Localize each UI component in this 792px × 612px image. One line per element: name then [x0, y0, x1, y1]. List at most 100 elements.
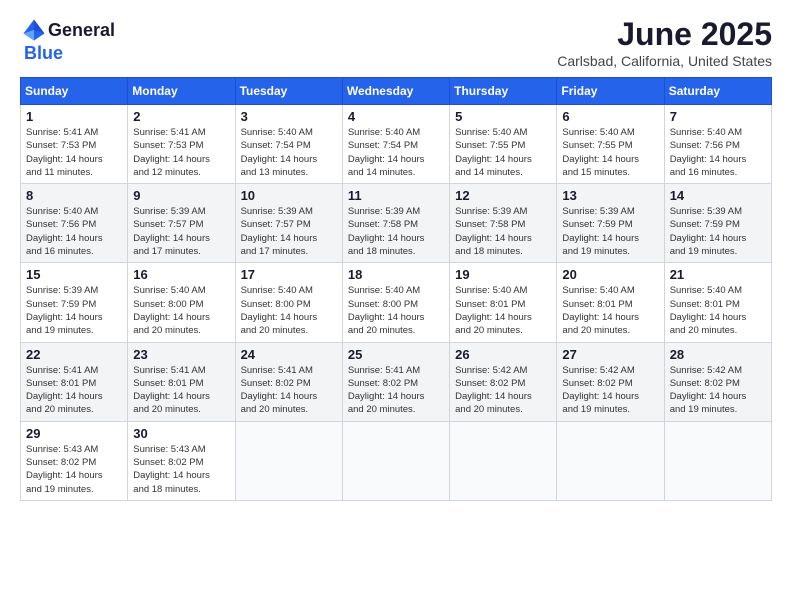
- day-detail: Sunrise: 5:41 AM Sunset: 8:01 PM Dayligh…: [26, 364, 122, 417]
- day-detail: Sunrise: 5:39 AM Sunset: 7:59 PM Dayligh…: [562, 205, 658, 258]
- day-detail: Sunrise: 5:40 AM Sunset: 7:55 PM Dayligh…: [455, 126, 551, 179]
- calendar-cell: 22 Sunrise: 5:41 AM Sunset: 8:01 PM Dayli…: [21, 342, 128, 421]
- calendar-week-row: 1 Sunrise: 5:41 AM Sunset: 7:53 PM Daylig…: [21, 105, 772, 184]
- calendar-cell: 11Sunrise: 5:39 AM Sunset: 7:58 PM Dayli…: [342, 184, 449, 263]
- day-number: 19: [455, 267, 551, 282]
- day-number: 29: [26, 426, 122, 441]
- day-detail: Sunrise: 5:40 AM Sunset: 7:56 PM Dayligh…: [670, 126, 766, 179]
- location-title: Carlsbad, California, United States: [557, 53, 772, 69]
- calendar-cell: 28Sunrise: 5:42 AM Sunset: 8:02 PM Dayli…: [664, 342, 771, 421]
- day-detail: Sunrise: 5:39 AM Sunset: 7:59 PM Dayligh…: [670, 205, 766, 258]
- calendar-week-row: 22 Sunrise: 5:41 AM Sunset: 8:01 PM Dayli…: [21, 342, 772, 421]
- calendar-cell: 20 Sunrise: 5:40 AM Sunset: 8:01 PM Dayli…: [557, 263, 664, 342]
- day-number: 4: [348, 109, 444, 124]
- day-detail: Sunrise: 5:39 AM Sunset: 7:57 PM Dayligh…: [133, 205, 229, 258]
- day-detail: Sunrise: 5:41 AM Sunset: 7:53 PM Dayligh…: [26, 126, 122, 179]
- calendar-cell: 23Sunrise: 5:41 AM Sunset: 8:01 PM Dayli…: [128, 342, 235, 421]
- day-number: 15: [26, 267, 122, 282]
- day-detail: Sunrise: 5:41 AM Sunset: 8:02 PM Dayligh…: [241, 364, 337, 417]
- day-detail: Sunrise: 5:40 AM Sunset: 7:54 PM Dayligh…: [241, 126, 337, 179]
- day-detail: Sunrise: 5:41 AM Sunset: 8:01 PM Dayligh…: [133, 364, 229, 417]
- calendar-cell: 5 Sunrise: 5:40 AM Sunset: 7:55 PM Daylig…: [450, 105, 557, 184]
- logo-blue-text: Blue: [20, 44, 63, 62]
- calendar-cell: [235, 421, 342, 500]
- calendar-cell: 30 Sunrise: 5:43 AM Sunset: 8:02 PM Dayli…: [128, 421, 235, 500]
- calendar-cell: 29 Sunrise: 5:43 AM Sunset: 8:02 PM Dayli…: [21, 421, 128, 500]
- day-detail: Sunrise: 5:40 AM Sunset: 8:01 PM Dayligh…: [455, 284, 551, 337]
- calendar-cell: 14 Sunrise: 5:39 AM Sunset: 7:59 PM Dayli…: [664, 184, 771, 263]
- calendar-cell: 9Sunrise: 5:39 AM Sunset: 7:57 PM Daylig…: [128, 184, 235, 263]
- day-detail: Sunrise: 5:39 AM Sunset: 7:57 PM Dayligh…: [241, 205, 337, 258]
- calendar-cell: 2 Sunrise: 5:41 AM Sunset: 7:53 PM Daylig…: [128, 105, 235, 184]
- day-detail: Sunrise: 5:40 AM Sunset: 7:55 PM Dayligh…: [562, 126, 658, 179]
- calendar-cell: 15 Sunrise: 5:39 AM Sunset: 7:59 PM Dayli…: [21, 263, 128, 342]
- day-detail: Sunrise: 5:40 AM Sunset: 8:00 PM Dayligh…: [241, 284, 337, 337]
- day-detail: Sunrise: 5:39 AM Sunset: 7:58 PM Dayligh…: [455, 205, 551, 258]
- day-detail: Sunrise: 5:42 AM Sunset: 8:02 PM Dayligh…: [670, 364, 766, 417]
- day-detail: Sunrise: 5:40 AM Sunset: 7:54 PM Dayligh…: [348, 126, 444, 179]
- day-detail: Sunrise: 5:40 AM Sunset: 8:01 PM Dayligh…: [562, 284, 658, 337]
- day-number: 11: [348, 188, 444, 203]
- day-number: 30: [133, 426, 229, 441]
- weekday-header-wednesday: Wednesday: [342, 78, 449, 105]
- day-number: 22: [26, 347, 122, 362]
- day-detail: Sunrise: 5:40 AM Sunset: 8:00 PM Dayligh…: [348, 284, 444, 337]
- day-detail: Sunrise: 5:43 AM Sunset: 8:02 PM Dayligh…: [26, 443, 122, 496]
- day-number: 20: [562, 267, 658, 282]
- calendar-cell: 21 Sunrise: 5:40 AM Sunset: 8:01 PM Dayli…: [664, 263, 771, 342]
- calendar-cell: 10 Sunrise: 5:39 AM Sunset: 7:57 PM Dayli…: [235, 184, 342, 263]
- day-number: 6: [562, 109, 658, 124]
- calendar-cell: [450, 421, 557, 500]
- day-detail: Sunrise: 5:40 AM Sunset: 8:01 PM Dayligh…: [670, 284, 766, 337]
- calendar-cell: 6 Sunrise: 5:40 AM Sunset: 7:55 PM Daylig…: [557, 105, 664, 184]
- calendar-cell: 12 Sunrise: 5:39 AM Sunset: 7:58 PM Dayli…: [450, 184, 557, 263]
- day-number: 13: [562, 188, 658, 203]
- day-number: 7: [670, 109, 766, 124]
- logo-general-text: General: [48, 21, 115, 39]
- weekday-header-saturday: Saturday: [664, 78, 771, 105]
- day-number: 26: [455, 347, 551, 362]
- day-number: 21: [670, 267, 766, 282]
- day-detail: Sunrise: 5:39 AM Sunset: 7:59 PM Dayligh…: [26, 284, 122, 337]
- title-area: June 2025 Carlsbad, California, United S…: [557, 16, 772, 69]
- day-number: 18: [348, 267, 444, 282]
- day-number: 1: [26, 109, 122, 124]
- calendar-cell: 27Sunrise: 5:42 AM Sunset: 8:02 PM Dayli…: [557, 342, 664, 421]
- day-detail: Sunrise: 5:40 AM Sunset: 8:00 PM Dayligh…: [133, 284, 229, 337]
- calendar-cell: [664, 421, 771, 500]
- day-number: 5: [455, 109, 551, 124]
- day-detail: Sunrise: 5:42 AM Sunset: 8:02 PM Dayligh…: [455, 364, 551, 417]
- calendar-cell: 4 Sunrise: 5:40 AM Sunset: 7:54 PM Daylig…: [342, 105, 449, 184]
- day-number: 2: [133, 109, 229, 124]
- calendar-cell: 1 Sunrise: 5:41 AM Sunset: 7:53 PM Daylig…: [21, 105, 128, 184]
- day-number: 8: [26, 188, 122, 203]
- weekday-header-friday: Friday: [557, 78, 664, 105]
- calendar-cell: 8Sunrise: 5:40 AM Sunset: 7:56 PM Daylig…: [21, 184, 128, 263]
- day-number: 14: [670, 188, 766, 203]
- calendar-week-row: 8Sunrise: 5:40 AM Sunset: 7:56 PM Daylig…: [21, 184, 772, 263]
- page-header: General Blue June 2025 Carlsbad, Califor…: [20, 16, 772, 69]
- calendar-cell: 3 Sunrise: 5:40 AM Sunset: 7:54 PM Daylig…: [235, 105, 342, 184]
- day-detail: Sunrise: 5:41 AM Sunset: 7:53 PM Dayligh…: [133, 126, 229, 179]
- calendar-cell: 17 Sunrise: 5:40 AM Sunset: 8:00 PM Dayli…: [235, 263, 342, 342]
- month-title: June 2025: [557, 16, 772, 53]
- weekday-header-row: SundayMondayTuesdayWednesdayThursdayFrid…: [21, 78, 772, 105]
- calendar-cell: 26 Sunrise: 5:42 AM Sunset: 8:02 PM Dayli…: [450, 342, 557, 421]
- calendar-cell: 13 Sunrise: 5:39 AM Sunset: 7:59 PM Dayli…: [557, 184, 664, 263]
- weekday-header-thursday: Thursday: [450, 78, 557, 105]
- calendar-cell: [342, 421, 449, 500]
- day-number: 27: [562, 347, 658, 362]
- calendar-week-row: 29 Sunrise: 5:43 AM Sunset: 8:02 PM Dayli…: [21, 421, 772, 500]
- day-number: 3: [241, 109, 337, 124]
- calendar-cell: 16Sunrise: 5:40 AM Sunset: 8:00 PM Dayli…: [128, 263, 235, 342]
- calendar-cell: 24 Sunrise: 5:41 AM Sunset: 8:02 PM Dayli…: [235, 342, 342, 421]
- day-number: 12: [455, 188, 551, 203]
- day-number: 24: [241, 347, 337, 362]
- day-number: 17: [241, 267, 337, 282]
- calendar-table: SundayMondayTuesdayWednesdayThursdayFrid…: [20, 77, 772, 501]
- day-number: 25: [348, 347, 444, 362]
- day-detail: Sunrise: 5:43 AM Sunset: 8:02 PM Dayligh…: [133, 443, 229, 496]
- day-detail: Sunrise: 5:41 AM Sunset: 8:02 PM Dayligh…: [348, 364, 444, 417]
- day-number: 10: [241, 188, 337, 203]
- calendar-cell: 7 Sunrise: 5:40 AM Sunset: 7:56 PM Daylig…: [664, 105, 771, 184]
